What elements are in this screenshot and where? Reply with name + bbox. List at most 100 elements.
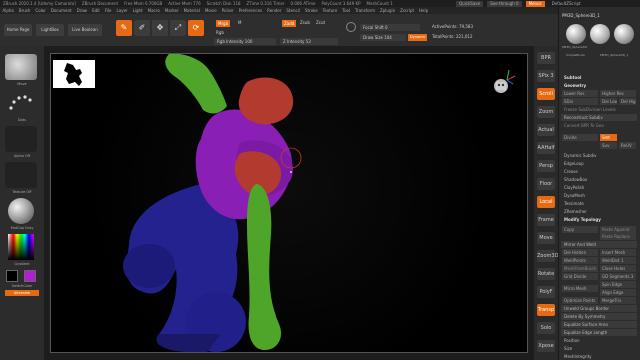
- grid-divide-button[interactable]: Grid Divide: [562, 273, 598, 280]
- menu-movie[interactable]: Movie: [202, 8, 219, 13]
- primary-color-swatch[interactable]: [24, 270, 36, 282]
- optimize-points-button[interactable]: Optimize Points: [562, 297, 598, 304]
- move-icon[interactable]: ✥: [152, 20, 168, 36]
- focal-shift-slider[interactable]: Focal Shift 0: [360, 24, 420, 31]
- tessimate-section[interactable]: Tessimate: [561, 200, 637, 207]
- menu-marker[interactable]: Marker: [162, 8, 181, 13]
- higher-res-button[interactable]: Higher Res: [600, 90, 636, 97]
- secondary-color-swatch[interactable]: [6, 270, 18, 282]
- dynamesh-section[interactable]: DynaMesh: [561, 192, 637, 199]
- zsub-toggle[interactable]: Zsub: [300, 20, 310, 25]
- color-picker[interactable]: [8, 234, 34, 260]
- paste-replace-button[interactable]: Paste Replace: [600, 233, 636, 240]
- lightbox-button[interactable]: LightBox: [36, 24, 64, 36]
- reconstruct-subdiv-button[interactable]: Reconstruct Subdiv: [561, 114, 637, 121]
- position-section[interactable]: Position: [561, 337, 637, 344]
- seethrough-slider[interactable]: See-through 0: [487, 0, 522, 7]
- suv-toggle[interactable]: Suv: [600, 142, 617, 149]
- sculpt-model[interactable]: [51, 54, 528, 353]
- unweld-groups-button[interactable]: Unweld Groups Border: [561, 305, 637, 312]
- edit-icon[interactable]: ✎: [116, 20, 132, 36]
- menu-file[interactable]: File: [102, 8, 114, 13]
- copy-button[interactable]: Copy: [562, 226, 598, 233]
- shelf-zoom3d-button[interactable]: Zoom3D: [537, 250, 558, 262]
- mesh-integrity-section[interactable]: MeshIntegrity: [561, 353, 637, 360]
- del-lower-button[interactable]: Del Lower: [600, 98, 617, 105]
- edgeloop-section[interactable]: EdgeLoop: [561, 160, 637, 167]
- zremesher-section[interactable]: ZRemesher: [561, 208, 637, 215]
- shelf-persp-button[interactable]: Persp: [537, 160, 555, 172]
- menu-texture[interactable]: Texture: [320, 8, 340, 13]
- convert-bpr-button[interactable]: Convert BPR To Geo: [561, 122, 637, 129]
- menu-edit[interactable]: Edit: [90, 8, 103, 13]
- menu-color[interactable]: Color: [33, 8, 48, 13]
- weld-points-button[interactable]: WeldPoints: [562, 257, 598, 264]
- shelf-polyf-button[interactable]: PolyF: [537, 286, 555, 298]
- insert-mesh-button[interactable]: Insert Mesh: [600, 249, 636, 256]
- shelf-xpose-button[interactable]: Xpose: [537, 340, 555, 352]
- default-zscript-button[interactable]: DefaultZScript: [549, 1, 584, 7]
- size-section[interactable]: Size: [561, 345, 637, 352]
- dynamic-toggle[interactable]: Dynamic: [408, 34, 428, 41]
- menu-preferences[interactable]: Preferences: [236, 8, 265, 13]
- alpha-thumbnail[interactable]: [5, 126, 37, 152]
- lower-res-button[interactable]: Lower Res: [562, 90, 598, 97]
- shadowbox-section[interactable]: ShadowBox: [561, 176, 637, 183]
- quicksave-button[interactable]: QuickSave: [456, 0, 484, 7]
- shelf-floor-button[interactable]: Floor: [537, 178, 555, 190]
- brush-thumbnail[interactable]: [5, 54, 37, 80]
- m-toggle[interactable]: M: [238, 20, 241, 25]
- menu-zscript[interactable]: Zscript: [398, 8, 417, 13]
- rgb-toggle[interactable]: Rgb: [216, 30, 224, 35]
- shelf-aahalf-button[interactable]: AAHalf: [537, 142, 555, 154]
- meshfrombrush-button[interactable]: MeshFromBrush: [562, 265, 598, 272]
- tool-thumb-sphere[interactable]: [566, 24, 586, 44]
- shelf-solo-button[interactable]: Solo: [537, 322, 555, 334]
- menu-help[interactable]: Help: [417, 8, 431, 13]
- smt-toggle[interactable]: Smt: [600, 134, 617, 141]
- menu-transform[interactable]: Transform: [353, 8, 378, 13]
- menu-light[interactable]: Light: [130, 8, 145, 13]
- reuv-toggle[interactable]: ReUV: [619, 142, 636, 149]
- menu-document[interactable]: Document: [48, 8, 74, 13]
- shelf-local-button[interactable]: Local: [537, 196, 555, 208]
- shelf-zoom-button[interactable]: Zoom: [537, 106, 555, 118]
- mirror-weld-button[interactable]: Mirror And Weld: [561, 241, 637, 248]
- delete-symmetry-button[interactable]: Delete By Symmetry: [561, 313, 637, 320]
- micro-mesh-button[interactable]: Micro Mesh: [562, 285, 598, 292]
- tool-thumb-simplebrush[interactable]: [590, 24, 610, 44]
- shelf-scroll-button[interactable]: Scroll: [537, 88, 555, 100]
- texture-thumbnail[interactable]: [5, 162, 37, 188]
- spin-edge-button[interactable]: Spin Edge: [600, 281, 636, 288]
- claypolish-section[interactable]: ClayPolish: [561, 184, 637, 191]
- paste-append-button[interactable]: Paste Append: [600, 226, 636, 233]
- rotate-icon[interactable]: ⟳: [188, 20, 204, 36]
- weld-dist-slider[interactable]: WeldDist 1: [600, 257, 636, 264]
- freeze-subdiv-button[interactable]: Freeze SubDivision Levels: [561, 106, 637, 113]
- crease-section[interactable]: Crease: [561, 168, 637, 175]
- switch-color-label[interactable]: SwitchColor: [0, 284, 44, 288]
- menu-tool[interactable]: Tool: [340, 8, 353, 13]
- shelf-move-button[interactable]: Move: [537, 232, 555, 244]
- alternate-button[interactable]: Alternate: [5, 290, 39, 296]
- menu-stencil[interactable]: Stencil: [284, 8, 303, 13]
- z-intensity-slider[interactable]: Z Intensity 53: [280, 38, 338, 45]
- menus-button[interactable]: Menus: [525, 0, 545, 7]
- shelf-frame-button[interactable]: Frame: [537, 214, 555, 226]
- draw-icon[interactable]: ✐: [134, 20, 150, 36]
- shelf-actual-button[interactable]: Actual: [537, 124, 555, 136]
- equalize-edge-button[interactable]: Equalize Edge Length: [561, 329, 637, 336]
- menu-macro[interactable]: Macro: [145, 8, 162, 13]
- draw-size-slider[interactable]: Draw Size 104: [360, 34, 406, 41]
- stroke-thumbnail[interactable]: [5, 90, 37, 116]
- del-hidden-button[interactable]: Del Hidden: [562, 249, 598, 256]
- live-boolean-button[interactable]: Live Boolean: [68, 24, 102, 36]
- align-edge-button[interactable]: Align Edge: [600, 289, 636, 296]
- menu-alpha[interactable]: Alpha: [0, 8, 16, 13]
- modify-topology-section[interactable]: Modify Topology: [561, 216, 637, 223]
- dynamic-subdiv-section[interactable]: Dynamic Subdiv: [561, 152, 637, 159]
- shelf-transp-button[interactable]: Transp: [537, 304, 555, 316]
- menu-render[interactable]: Render: [265, 8, 284, 13]
- scale-icon[interactable]: ⤢: [170, 20, 186, 36]
- geometry-section[interactable]: Geometry: [561, 82, 637, 89]
